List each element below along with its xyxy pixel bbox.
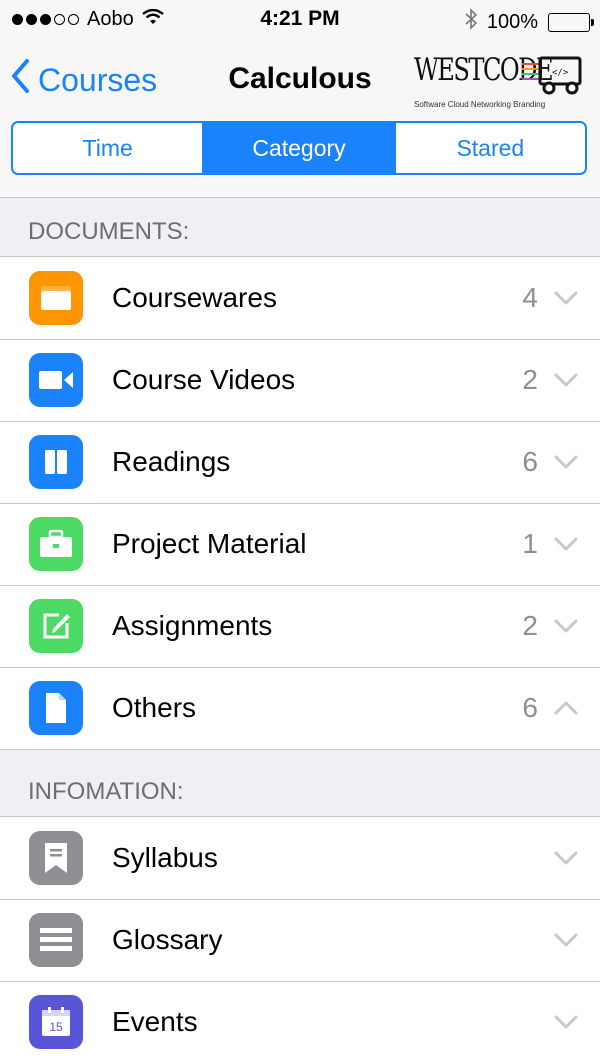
book-icon [29,435,83,489]
row-count: 1 [522,528,538,559]
calendar-day: 15 [49,1020,63,1034]
list-item-syllabus[interactable]: Syllabus [0,817,600,899]
chevron-down-icon [554,1014,578,1035]
list-item-events[interactable]: 15 Events [0,981,600,1063]
van-icon: </> [522,54,584,103]
segment-stared[interactable]: Stared [393,123,585,173]
chevron-down-icon [554,290,578,311]
list-icon [29,913,83,967]
status-right: 100% [465,8,594,36]
battery-icon [548,12,594,32]
page-title: Calculous [228,62,372,95]
segment-time[interactable]: Time [13,123,202,173]
information-header: INFOMATION: [28,778,184,805]
row-label: Glossary [112,924,223,955]
list-item-coursewares[interactable]: Coursewares 4 [0,257,600,339]
calendar-icon: 15 [29,995,83,1049]
row-count: 2 [522,610,538,641]
row-count: 6 [522,446,538,477]
westcode-logo: WESTCODE </> Software Cloud Networking B… [412,52,587,114]
bookmark-icon [29,831,83,885]
row-label: Project Material [112,528,307,559]
row-label: Course Videos [112,364,296,395]
chevron-down-icon [554,536,578,557]
documents-list: Coursewares 4 Course Videos 2 Readings 6 [0,256,600,750]
list-item-project-material[interactable]: Project Material 1 [0,503,600,585]
svg-text:</>: </> [552,68,569,78]
back-button[interactable]: Courses [10,58,157,102]
battery-percent: 100% [486,10,538,33]
folder-icon [29,271,83,325]
row-label: Readings [112,446,231,477]
document-icon [29,681,83,735]
row-label: Coursewares [112,282,277,313]
row-count: 4 [522,282,538,313]
list-item-glossary[interactable]: Glossary [0,899,600,981]
row-label: Others [112,692,197,723]
list-item-readings[interactable]: Readings 6 [0,421,600,503]
navigation-bar: Courses Calculous WESTCODE </> Software … [0,40,600,198]
information-list: Syllabus Glossary 15 Events [0,816,600,1063]
back-button-label: Courses [38,61,158,98]
chevron-left-icon [10,58,38,102]
chevron-up-icon [554,700,578,721]
row-label: Syllabus [112,842,218,873]
list-item-course-videos[interactable]: Course Videos 2 [0,339,600,421]
row-label: Assignments [112,610,273,641]
bluetooth-icon [465,8,478,36]
chevron-down-icon [554,850,578,871]
logo-tagline: Software Cloud Networking Branding [414,100,546,109]
chevron-down-icon [554,454,578,475]
row-count: 6 [522,692,538,723]
segmented-control: Time Category Stared [11,121,587,175]
list-item-others[interactable]: Others 6 [0,667,600,749]
chevron-down-icon [554,372,578,393]
row-label: Events [112,1006,198,1037]
video-camera-icon [29,353,83,407]
pencil-square-icon [29,599,83,653]
chevron-down-icon [554,932,578,953]
chevron-down-icon [554,618,578,639]
row-count: 2 [522,364,538,395]
list-item-assignments[interactable]: Assignments 2 [0,585,600,667]
documents-header: DOCUMENTS: [28,218,190,245]
segment-category[interactable]: Category [202,123,394,173]
status-bar: Aobo 4:21 PM 100% [0,0,600,40]
briefcase-icon [29,517,83,571]
